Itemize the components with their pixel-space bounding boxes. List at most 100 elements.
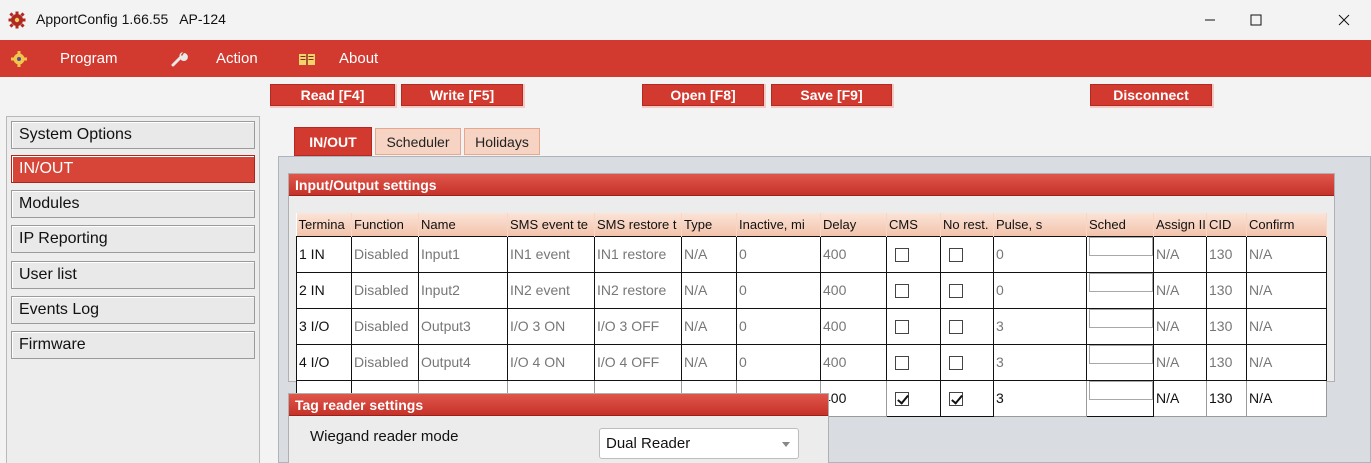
table-row[interactable]: 1 IN Disabled Input1 IN1 event IN1 restore N/… <box>296 235 1327 273</box>
close-button[interactable] <box>1321 0 1367 40</box>
disconnect-button[interactable]: Disconnect <box>1090 84 1214 108</box>
cell-confirm[interactable]: N/A <box>1246 379 1327 417</box>
column-header[interactable]: Delay <box>820 213 887 236</box>
table-row[interactable]: 2 IN Disabled Input2 IN2 event IN2 restore N/… <box>296 271 1327 309</box>
cell-function[interactable]: Disabled <box>351 235 419 273</box>
sched-dropdown[interactable] <box>1089 273 1153 292</box>
cell-cid[interactable]: 130 <box>1206 379 1247 417</box>
column-header[interactable]: Termina <box>296 213 352 236</box>
cell-delay[interactable]: 400 <box>820 271 887 309</box>
column-header[interactable]: SMS restore t <box>594 213 682 236</box>
checkbox[interactable] <box>949 248 963 263</box>
column-header[interactable]: No rest. <box>940 213 994 236</box>
cell-inactive[interactable]: 0 <box>736 235 821 273</box>
save-button[interactable]: Save [F9] <box>771 84 894 108</box>
sched-cell[interactable] <box>1086 343 1154 381</box>
minimize-button[interactable] <box>1187 0 1233 40</box>
cell-terminal[interactable]: 2 IN <box>296 271 352 309</box>
cell-type[interactable]: N/A <box>681 307 737 345</box>
cell-cid[interactable]: 130 <box>1206 271 1247 309</box>
cell-confirm[interactable]: N/A <box>1246 307 1327 345</box>
cell-cid[interactable]: 130 <box>1206 235 1247 273</box>
checkbox[interactable] <box>949 392 963 407</box>
cell-pulse[interactable]: 3 <box>993 343 1087 381</box>
cell-inactive[interactable]: 0 <box>736 343 821 381</box>
cms-checkbox-cell[interactable] <box>886 343 941 381</box>
menu-about[interactable]: About <box>298 40 398 77</box>
column-header[interactable]: CID <box>1206 213 1247 236</box>
cell-delay[interactable]: 400 <box>820 343 887 381</box>
cell-type[interactable]: N/A <box>681 343 737 381</box>
cell-sms-event[interactable]: IN1 event <box>507 235 595 273</box>
cell-pulse[interactable]: 0 <box>993 271 1087 309</box>
sched-cell[interactable] <box>1086 379 1154 417</box>
cell-function[interactable]: Disabled <box>351 271 419 309</box>
open-button[interactable]: Open [F8] <box>642 84 766 108</box>
cell-terminal[interactable]: 3 I/O <box>296 307 352 345</box>
no-restore-checkbox-cell[interactable] <box>940 271 994 309</box>
column-header[interactable]: SMS event te <box>507 213 595 236</box>
column-header[interactable]: Assign II <box>1153 213 1207 236</box>
read-button[interactable]: Read [F4] <box>270 84 397 108</box>
cell-name[interactable]: Output3 <box>418 307 508 345</box>
menu-action[interactable]: Action <box>170 40 270 77</box>
cell-inactive[interactable]: 0 <box>736 307 821 345</box>
cell-function[interactable]: Disabled <box>351 343 419 381</box>
cell-terminal[interactable]: 4 I/O <box>296 343 352 381</box>
table-row[interactable]: 4 I/O Disabled Output4 I/O 4 ON I/O 4 OFF N/A… <box>296 343 1327 381</box>
write-button[interactable]: Write [F5] <box>401 84 525 108</box>
checkbox[interactable] <box>895 284 909 299</box>
no-restore-checkbox-cell[interactable] <box>940 343 994 381</box>
column-header[interactable]: Name <box>418 213 508 236</box>
sidebar-item-in-out[interactable]: IN/OUT <box>11 155 255 183</box>
column-header[interactable]: CMS <box>886 213 941 236</box>
column-header[interactable]: Type <box>681 213 737 236</box>
sidebar-item-events-log[interactable]: Events Log <box>11 296 255 324</box>
sidebar-item-ip-reporting[interactable]: IP Reporting <box>11 225 255 253</box>
cms-checkbox-cell[interactable] <box>886 271 941 309</box>
cell-confirm[interactable]: N/A <box>1246 343 1327 381</box>
column-header[interactable]: Sched <box>1086 213 1154 236</box>
cell-delay[interactable]: 400 <box>820 235 887 273</box>
no-restore-checkbox-cell[interactable] <box>940 307 994 345</box>
cell-assign[interactable]: N/A <box>1153 379 1207 417</box>
cell-name[interactable]: Input1 <box>418 235 508 273</box>
cell-terminal[interactable]: 1 IN <box>296 235 352 273</box>
sched-cell[interactable] <box>1086 271 1154 309</box>
sched-cell[interactable] <box>1086 307 1154 345</box>
checkbox[interactable] <box>895 248 909 263</box>
cell-sms-restore[interactable]: IN1 restore <box>594 235 682 273</box>
column-header[interactable]: Confirm <box>1246 213 1327 236</box>
cell-pulse[interactable]: 3 <box>993 307 1087 345</box>
table-row[interactable]: 3 I/O Disabled Output3 I/O 3 ON I/O 3 OFF N/A… <box>296 307 1327 345</box>
column-header[interactable]: Inactive, mi <box>736 213 821 236</box>
column-header[interactable]: Function <box>351 213 419 236</box>
sidebar-item-user-list[interactable]: User list <box>11 261 255 289</box>
no-restore-checkbox-cell[interactable] <box>940 235 994 273</box>
cell-name[interactable]: Output4 <box>418 343 508 381</box>
cell-cid[interactable]: 130 <box>1206 307 1247 345</box>
cell-inactive[interactable]: 0 <box>736 271 821 309</box>
cell-type[interactable]: N/A <box>681 271 737 309</box>
sched-dropdown[interactable] <box>1089 381 1153 400</box>
sched-dropdown[interactable] <box>1089 345 1153 364</box>
sched-dropdown[interactable] <box>1089 309 1153 328</box>
cell-assign[interactable]: N/A <box>1153 235 1207 273</box>
column-header[interactable]: Pulse, s <box>993 213 1087 236</box>
cell-confirm[interactable]: N/A <box>1246 271 1327 309</box>
sidebar-item-firmware[interactable]: Firmware <box>11 331 255 359</box>
tab-scheduler[interactable]: Scheduler <box>375 128 461 155</box>
cell-assign[interactable]: N/A <box>1153 271 1207 309</box>
checkbox[interactable] <box>949 284 963 299</box>
cell-sms-event[interactable]: I/O 4 ON <box>507 343 595 381</box>
maximize-button[interactable] <box>1233 0 1279 40</box>
checkbox[interactable] <box>895 356 909 371</box>
no-restore-checkbox-cell[interactable] <box>940 379 994 417</box>
sidebar-item-modules[interactable]: Modules <box>11 190 255 218</box>
checkbox[interactable] <box>895 320 909 335</box>
checkbox[interactable] <box>949 356 963 371</box>
cell-delay[interactable]: 400 <box>820 379 887 417</box>
cell-sms-restore[interactable]: IN2 restore <box>594 271 682 309</box>
checkbox[interactable] <box>949 320 963 335</box>
wiegand-mode-select[interactable]: Dual Reader <box>599 428 799 459</box>
